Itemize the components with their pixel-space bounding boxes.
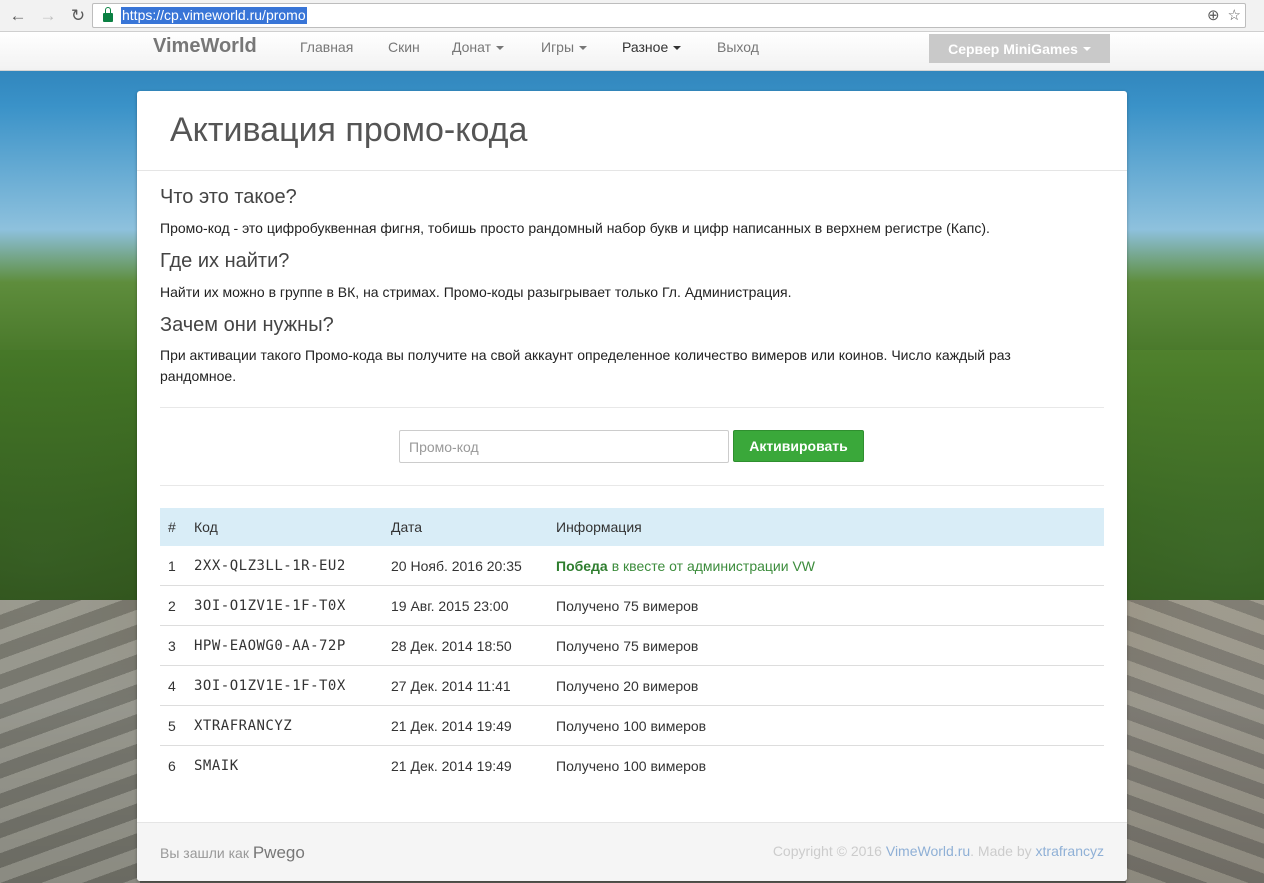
address-bar[interactable]: https://cp.vimeworld.ru/promo ⊕ ☆	[92, 3, 1246, 28]
column-header-date: Дата	[391, 519, 423, 535]
site-link[interactable]: VimeWorld.ru	[886, 843, 970, 859]
nav-item-label: Игры	[541, 39, 575, 55]
zoom-icon[interactable]: ⊕	[1207, 6, 1220, 24]
nav-item-games[interactable]: Игры	[541, 39, 588, 55]
section-heading-what: Что это такое?	[160, 186, 297, 208]
row-date: 21 Дек. 2014 19:49	[391, 758, 512, 774]
author-link[interactable]: xtrafrancyz	[1036, 843, 1104, 859]
site-navbar: VimeWorld Главная Скин Донат Игры Разное…	[0, 32, 1264, 71]
row-info: Получено 75 вимеров	[556, 637, 699, 654]
row-info: Получено 100 вимеров	[556, 717, 707, 734]
nav-item-misc[interactable]: Разное	[622, 39, 682, 55]
row-code: 3OI-O1ZV1E-1F-T0X	[194, 597, 346, 614]
table-row: 5 XTRAFRANCYZ 21 Дек. 2014 19:49 Получен…	[160, 706, 1104, 746]
browser-toolbar: ← → ↻ https://cp.vimeworld.ru/promo ⊕ ☆	[0, 0, 1264, 32]
section-text-where: Найти их можно в группе в ВК, на стримах…	[160, 284, 792, 300]
background-grass-right	[1126, 350, 1264, 600]
row-num: 5	[168, 717, 176, 734]
column-header-num: #	[168, 519, 176, 535]
column-header-info: Информация	[556, 519, 642, 535]
section-heading-where: Где их найти?	[160, 250, 290, 272]
background-grass-left	[0, 350, 140, 600]
brand-logo[interactable]: VimeWorld	[153, 35, 257, 58]
lock-icon	[103, 7, 113, 22]
server-select-button[interactable]: Сервер MiniGames	[929, 34, 1110, 63]
made-by-label: . Made by	[970, 843, 1032, 859]
logged-in-text: Вы зашли как Pwego	[160, 843, 305, 863]
nav-item-donate[interactable]: Донат	[452, 39, 505, 55]
row-info: Получено 20 вимеров	[556, 677, 699, 694]
promo-code-input[interactable]	[399, 430, 729, 463]
row-code: XTRAFRANCYZ	[194, 717, 293, 734]
row-info: Получено 75 вимеров	[556, 597, 699, 614]
row-info-text: в квесте от администрации VW	[611, 557, 816, 574]
row-num: 3	[168, 637, 176, 654]
row-info: Получено 100 вимеров	[556, 758, 707, 774]
row-num: 2	[168, 597, 176, 614]
row-num: 6	[168, 758, 176, 774]
page-title: Активация промо-кода	[170, 111, 528, 149]
table-row: 1 2XX-QLZ3LL-1R-EU2 20 Нояб. 2016 20:35 …	[160, 546, 1104, 586]
table-row: 6 SMAIK 21 Дек. 2014 19:49 Получено 100 …	[160, 746, 1104, 786]
username: Pwego	[252, 843, 305, 862]
reload-icon[interactable]: ↻	[66, 4, 90, 28]
row-date: 27 Дек. 2014 11:41	[391, 677, 511, 694]
row-num: 4	[168, 677, 176, 694]
nav-item-label: Главная	[300, 39, 354, 55]
copyright-label: Copyright © 2016	[772, 843, 882, 859]
row-code: HPW-EAOWG0-AA-72P	[194, 637, 346, 654]
back-icon[interactable]: ←	[6, 4, 30, 28]
row-num: 1	[168, 557, 176, 574]
promo-panel: Активация промо-кода Что это такое? Пром…	[137, 91, 1127, 881]
panel-footer: Вы зашли как Pwego Copyright © 2016 Vime…	[137, 822, 1127, 881]
section-text-what: Промо-код - это цифробуквенная фигня, то…	[160, 220, 990, 236]
promo-history-table: # Код Дата Информация 1 2XX-QLZ3LL-1R-EU…	[160, 508, 1104, 786]
divider	[160, 485, 1104, 486]
nav-item-skin[interactable]: Скин	[388, 39, 420, 55]
row-date: 28 Дек. 2014 18:50	[391, 637, 512, 654]
forward-icon[interactable]: →	[36, 4, 60, 28]
caret-down-icon	[673, 46, 682, 51]
table-row: 4 3OI-O1ZV1E-1F-T0X 27 Дек. 2014 11:41 П…	[160, 666, 1104, 706]
caret-down-icon	[496, 46, 505, 51]
activate-button[interactable]: Активировать	[733, 430, 864, 462]
nav-item-home[interactable]: Главная	[300, 39, 353, 55]
nav-item-logout[interactable]: Выход	[717, 39, 759, 55]
background-stone-right	[1126, 600, 1264, 883]
row-info-highlight: Победа	[556, 557, 608, 574]
star-icon[interactable]: ☆	[1228, 6, 1241, 24]
divider	[160, 407, 1104, 408]
copyright-text: Copyright © 2016 VimeWorld.ru. Made by x…	[773, 843, 1104, 859]
nav-item-label: Донат	[452, 39, 492, 55]
column-header-code: Код	[194, 519, 218, 535]
background-stone-left	[0, 600, 140, 883]
row-date: 21 Дек. 2014 19:49	[391, 717, 512, 734]
url-text[interactable]: https://cp.vimeworld.ru/promo	[121, 7, 307, 24]
server-button-label: Сервер MiniGames	[948, 40, 1078, 57]
table-row: 3 HPW-EAOWG0-AA-72P 28 Дек. 2014 18:50 П…	[160, 626, 1104, 666]
row-code: 3OI-O1ZV1E-1F-T0X	[194, 677, 346, 694]
table-header-row: # Код Дата Информация	[160, 508, 1104, 546]
row-date: 20 Нояб. 2016 20:35	[391, 557, 522, 574]
section-heading-why: Зачем они нужны?	[160, 314, 334, 336]
logged-in-prefix: Вы зашли как	[160, 845, 249, 861]
row-code: SMAIK	[194, 758, 239, 774]
row-code: 2XX-QLZ3LL-1R-EU2	[194, 557, 346, 574]
caret-down-icon	[579, 46, 588, 51]
table-row: 2 3OI-O1ZV1E-1F-T0X 19 Авг. 2015 23:00 П…	[160, 586, 1104, 626]
row-info: Победа в квесте от администрации VW	[556, 546, 815, 585]
caret-down-icon	[1082, 46, 1091, 51]
section-text-why: При активации такого Промо-кода вы получ…	[160, 347, 1011, 384]
row-date: 19 Авг. 2015 23:00	[391, 597, 509, 614]
nav-item-label: Разное	[622, 39, 669, 55]
nav-item-label: Выход	[717, 39, 759, 55]
nav-item-label: Скин	[388, 39, 420, 55]
